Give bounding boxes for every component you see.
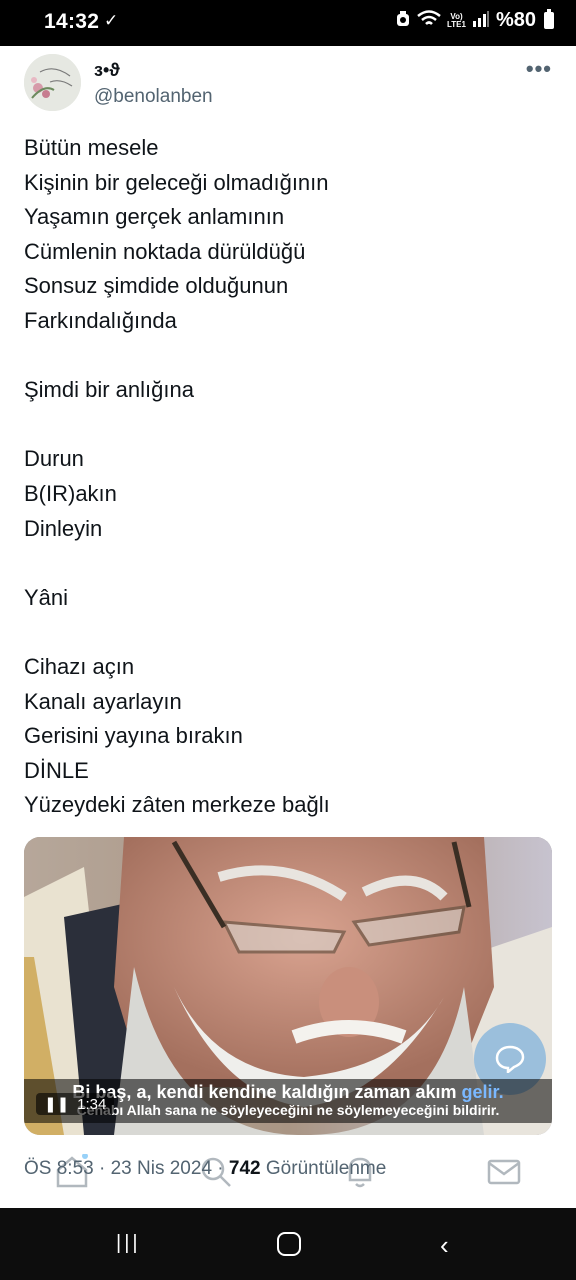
battery-icon [544, 9, 554, 29]
tweet-line: B(IR)akın [24, 480, 117, 506]
tweet-line: Şimdi bir anlığına [24, 377, 194, 403]
tweet-line: DİNLE [24, 757, 89, 783]
tweet-time: ÖS 8:53 [24, 1158, 94, 1179]
tweet-header: з•ϑ @benolanben ••• [0, 46, 576, 126]
pause-icon[interactable]: ❚❚ [44, 1095, 69, 1113]
view-count: 742 [228, 1158, 261, 1179]
video-timer[interactable]: ❚❚ 1:34 [36, 1093, 115, 1115]
wifi-icon [417, 9, 441, 32]
system-nav-bar: ||| ‹ [0, 1208, 576, 1280]
tweet-line: Yaşamın gerçek anlamının [24, 204, 285, 230]
tweet-line: Farkındalığında [24, 307, 177, 333]
signal-icon [472, 10, 490, 31]
video-duration: 1:34 [77, 1095, 107, 1113]
tweet-line: Cümlenin noktada dürüldüğü [24, 238, 306, 264]
back-button[interactable]: ‹ [440, 1230, 449, 1261]
tweet-line: Cihazı açın [24, 653, 135, 679]
tweet-line: Gerisini yayına bırakın [24, 723, 243, 749]
tweet-line: Yüzeydeki zâten merkeze bağlı [24, 792, 330, 818]
alarm-icon [395, 10, 411, 32]
status-icons: Vo) LTE1 %80 [395, 9, 554, 32]
chat-icon [495, 1045, 525, 1073]
tweet-line [24, 339, 554, 374]
tweet-line [24, 408, 554, 443]
status-time: 14:32 [44, 10, 100, 33]
battery-percent: %80 [495, 9, 536, 31]
messages-icon[interactable] [486, 1154, 522, 1190]
tweet-line [24, 546, 554, 581]
lte-icon: Vo) LTE1 [447, 11, 466, 29]
user-handle[interactable]: @benolanben [94, 86, 213, 108]
tweet-line: Yâni [24, 584, 69, 610]
tweet-line: Dinleyin [24, 515, 103, 541]
display-name[interactable]: з•ϑ [94, 60, 120, 81]
tweet-line: Kişinin bir geleceği olmadığının [24, 169, 329, 195]
tweet-line: Bütün mesele [24, 135, 159, 160]
tweet-line: Sonsuz şimdide olduğunun [24, 273, 289, 299]
home-button[interactable] [277, 1232, 301, 1256]
avatar[interactable] [24, 54, 81, 111]
check-icon: ✓ [104, 11, 119, 30]
tweet-date: 23 Nis 2024 [110, 1158, 213, 1179]
tweet-line: Durun [24, 446, 84, 472]
view-label: Görüntülenme [265, 1158, 387, 1179]
tweet-line: Kanalı ayarlayın [24, 688, 182, 714]
recent-apps-button[interactable]: ||| [116, 1232, 141, 1255]
tweet-meta: ÖS 8:53 · 23 Nis 2024 · 742 Görüntülenme [24, 1158, 387, 1179]
video-player[interactable]: Bi baş, a, kendi kendine kaldığın zaman … [24, 837, 552, 1135]
tweet-line [24, 615, 554, 650]
status-bar: 14:32 ✓ Vo) LTE1 %80 [0, 0, 576, 46]
more-options-icon[interactable]: ••• [526, 56, 552, 82]
tweet-text: Bütün mesele Kişinin bir geleceği olmadı… [24, 131, 554, 823]
